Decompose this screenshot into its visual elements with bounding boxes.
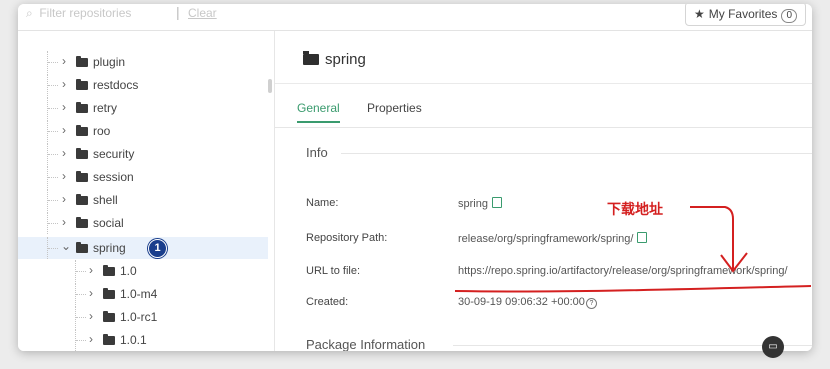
my-favorites-button[interactable]: ★ My Favorites 0 — [684, 4, 806, 26]
chat-icon[interactable]: ▭ — [762, 336, 784, 358]
artifactory-window: ⌕ Filter repositories | Clear ★ My Favori… — [18, 4, 812, 351]
tree-item-shell[interactable]: › shell — [18, 189, 268, 211]
red-annotation-marks — [454, 206, 812, 293]
chevron-right-icon[interactable]: › — [62, 215, 66, 229]
tree-item-label: security — [93, 147, 135, 161]
chevron-right-icon[interactable]: › — [62, 77, 66, 91]
chevron-right-icon[interactable]: › — [62, 54, 66, 68]
tree-item-label: 1.0-rc1 — [120, 310, 158, 324]
tree-item-label: spring — [93, 241, 126, 255]
folder-icon — [103, 265, 115, 276]
chevron-right-icon[interactable]: › — [62, 192, 66, 206]
tree-item-1-0-m4[interactable]: › 1.0-m4 — [18, 283, 268, 305]
tree-item-roo[interactable]: › roo — [18, 120, 268, 142]
folder-icon — [76, 56, 88, 67]
chevron-right-icon[interactable]: › — [89, 263, 93, 277]
tree-item-social[interactable]: › social — [18, 212, 268, 234]
search-icon: ⌕ — [26, 6, 33, 20]
tree-item-security[interactable]: › security — [18, 143, 268, 165]
tree-item-label: retry — [93, 101, 117, 115]
folder-icon — [103, 288, 115, 299]
clear-link[interactable]: Clear — [188, 6, 217, 20]
chevron-right-icon[interactable]: › — [89, 309, 93, 323]
folder-icon — [76, 148, 88, 159]
favorites-count: 0 — [781, 9, 797, 23]
chevron-right-icon[interactable]: › — [89, 332, 93, 346]
tree-item-restdocs[interactable]: › restdocs — [18, 74, 268, 96]
repository-details: spring General Properties Info Name: spr… — [275, 31, 812, 351]
folder-icon — [76, 102, 88, 113]
tree-item-label: roo — [93, 124, 111, 138]
folder-icon — [103, 334, 115, 345]
chevron-right-icon[interactable]: › — [89, 286, 93, 300]
tree-item-label: shell — [93, 193, 118, 207]
top-bar: ⌕ Filter repositories | Clear ★ My Favori… — [18, 4, 812, 31]
star-icon: ★ — [693, 7, 705, 21]
filter-placeholder: Filter repositories — [39, 6, 132, 20]
tree-item-1-0-rc1[interactable]: › 1.0-rc1 — [18, 306, 268, 328]
tree-item-1-0-1[interactable]: › 1.0.1 — [18, 329, 268, 351]
chevron-right-icon[interactable]: › — [62, 100, 66, 114]
folder-icon — [76, 217, 88, 228]
folder-icon — [76, 171, 88, 182]
download-address-annotation: 下载地址 — [607, 202, 663, 218]
chevron-right-icon[interactable]: › — [62, 169, 66, 183]
tree-item-label: social — [93, 216, 124, 230]
tree-item-label: 1.0-m4 — [120, 287, 158, 301]
tree-item-label: plugin — [93, 55, 126, 69]
folder-icon — [76, 125, 88, 136]
chevron-right-icon[interactable]: › — [62, 146, 66, 160]
tree-scrollbar[interactable] — [268, 79, 272, 93]
tree-item-label: 1.0.1 — [120, 333, 147, 347]
tree-item-label: restdocs — [93, 78, 139, 92]
folder-icon — [76, 79, 88, 90]
tree-item-session[interactable]: › session — [18, 166, 268, 188]
tree-item-spring[interactable]: ⌄ spring 1 — [18, 237, 268, 259]
tree-item-1-0[interactable]: › 1.0 — [18, 260, 268, 282]
step-badge: 1 — [148, 239, 167, 258]
filter-repositories-input[interactable]: ⌕ Filter repositories — [26, 6, 131, 21]
tree-item-plugin[interactable]: › plugin — [18, 51, 268, 73]
folder-open-icon — [76, 242, 88, 253]
tree-item-label: 1.0 — [120, 264, 137, 278]
chevron-right-icon[interactable]: › — [62, 123, 66, 137]
favorites-label: My Favorites — [708, 7, 778, 21]
repository-tree: › plugin › restdocs › retry › roo › secu… — [18, 31, 275, 351]
chevron-down-icon[interactable]: ⌄ — [61, 239, 71, 253]
folder-icon — [103, 311, 115, 322]
folder-icon — [76, 194, 88, 205]
tree-item-label: session — [93, 170, 134, 184]
filter-separator: | — [176, 4, 180, 20]
tree-item-retry[interactable]: › retry — [18, 97, 268, 119]
